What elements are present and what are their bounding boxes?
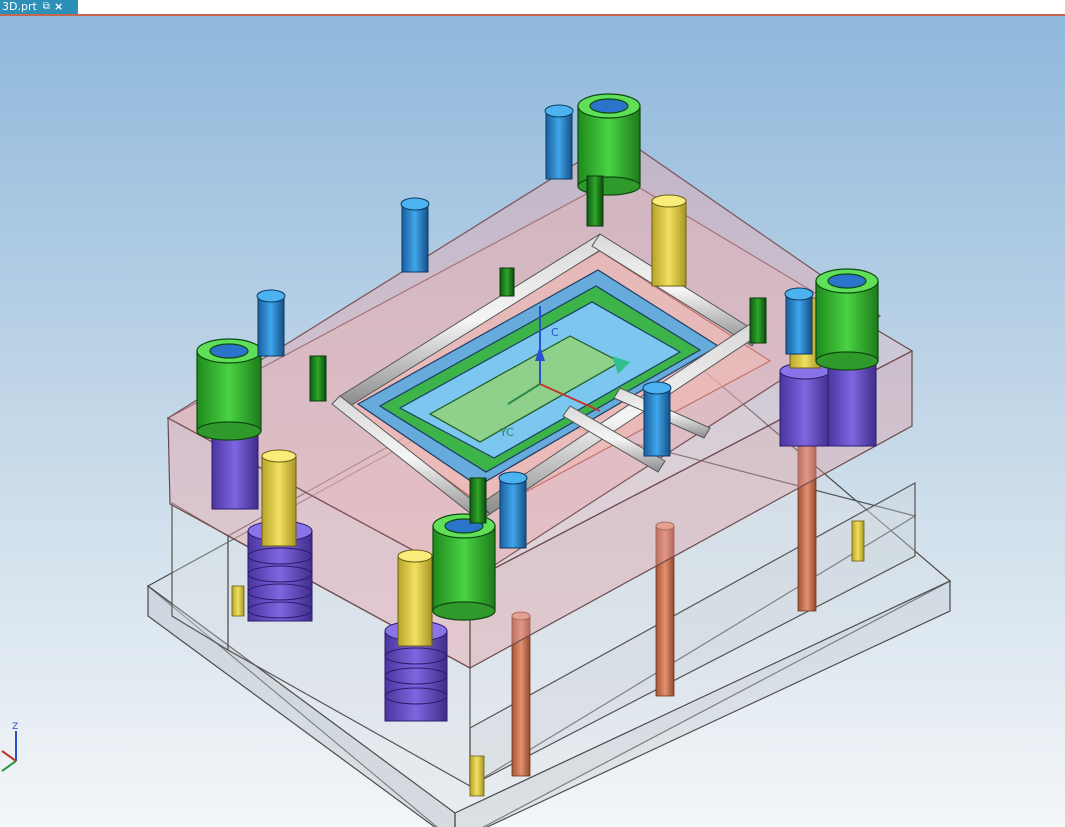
title-bar: 3D.prt ⧉ × xyxy=(0,0,1065,14)
close-icon[interactable]: × xyxy=(54,0,63,14)
graphics-viewport[interactable]: YC C Z xyxy=(0,16,1065,827)
guide-bushing-left[interactable] xyxy=(196,338,262,441)
tab-file-3d-prt[interactable]: 3D.prt ⧉ × xyxy=(0,0,78,14)
tab-filename: 3D.prt xyxy=(2,0,37,13)
popout-icon[interactable]: ⧉ xyxy=(43,0,50,14)
guide-bushing-front[interactable] xyxy=(432,513,496,621)
wcs-label-c: C xyxy=(551,326,559,339)
guide-bushing-right[interactable] xyxy=(815,268,879,371)
triad-z-label: Z xyxy=(12,722,18,732)
wcs-label-yc: YC xyxy=(499,426,514,439)
